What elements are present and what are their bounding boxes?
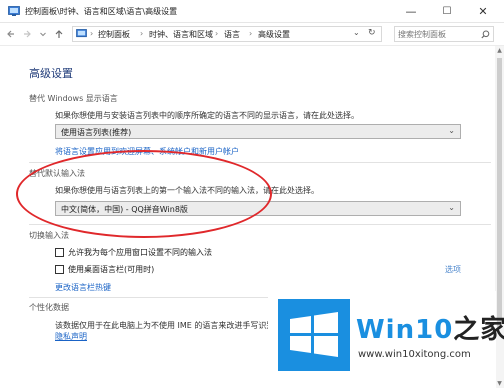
breadcrumb-advanced-settings[interactable]: 高级设置 [258, 29, 290, 40]
breadcrumb-clock-language-region[interactable]: 时钟、语言和区域 [149, 29, 213, 40]
scrollbar-thumb[interactable] [497, 58, 502, 328]
highlight-ellipse [16, 150, 272, 238]
forward-arrow-icon [24, 30, 31, 38]
back-arrow-icon [7, 30, 14, 38]
up-arrow-icon [55, 30, 63, 38]
recent-locations-button[interactable] [36, 26, 50, 42]
breadcrumb-language[interactable]: 语言 [224, 29, 240, 40]
control-panel-icon [76, 29, 87, 38]
watermark-brand-suffix: 之家 [453, 315, 504, 345]
navigation-bar: › 控制面板 › 时钟、语言和区域 › 语言 › 高级设置 ⌄ ↻ [0, 23, 504, 46]
minimize-button[interactable]: — [393, 0, 429, 22]
address-bar[interactable]: › 控制面板 › 时钟、语言和区域 › 语言 › 高级设置 ⌄ ↻ [72, 26, 382, 42]
personalization-section-title: 个性化数据 [29, 303, 69, 312]
desktop-language-bar-label: 使用桌面语言栏(可用时) [68, 265, 155, 274]
close-button[interactable]: ✕ [465, 0, 501, 22]
title-bar: 控制面板\时钟、语言和区域\语言\高级设置 — ☐ ✕ [0, 0, 504, 23]
control-panel-icon [8, 6, 20, 16]
watermark-url: www.win10xitong.com [358, 349, 471, 360]
per-app-input-checkbox[interactable] [55, 248, 64, 257]
scroll-down-icon[interactable]: ▼ [495, 380, 504, 387]
scroll-up-icon[interactable]: ▲ [495, 47, 504, 54]
switch-input-section-title: 切换输入法 [29, 231, 69, 240]
chevron-down-icon: ⌄ [448, 203, 455, 212]
search-input[interactable] [398, 28, 478, 40]
maximize-button[interactable]: ☐ [429, 0, 465, 22]
windows-logo-icon [278, 299, 350, 371]
search-box[interactable] [394, 26, 494, 42]
chevron-down-icon: ⌄ [448, 126, 455, 135]
display-language-dropdown[interactable]: 使用语言列表(推荐) ⌄ [55, 124, 461, 139]
display-language-selected: 使用语言列表(推荐) [61, 128, 132, 137]
breadcrumb-control-panel[interactable]: 控制面板 [98, 29, 130, 40]
display-language-description: 如果你想使用与安装语言列表中的顺序所确定的语言不同的显示语言，请在此处选择。 [55, 111, 359, 120]
up-button[interactable] [52, 26, 66, 42]
page-title: 高级设置 [29, 67, 73, 80]
watermark-brand: Win10之家 [356, 309, 504, 346]
per-app-input-label: 允许我为每个应用窗口设置不同的输入法 [68, 248, 212, 257]
change-language-bar-hotkeys-link[interactable]: 更改语言栏热键 [55, 282, 111, 293]
display-language-section-title: 替代 Windows 显示语言 [29, 94, 118, 103]
watermark-brand-prefix: Win10 [356, 315, 454, 345]
personalization-description: 该数据仅用于在此电脑上为不使用 IME 的语言来改进手写识别 [55, 321, 275, 330]
search-icon[interactable] [481, 30, 490, 39]
desktop-language-bar-checkbox[interactable] [55, 265, 64, 274]
privacy-statement-link[interactable]: 隐私声明 [55, 331, 87, 342]
chevron-down-icon [40, 32, 46, 37]
window-title: 控制面板\时钟、语言和区域\语言\高级设置 [25, 7, 178, 16]
back-button[interactable] [4, 26, 18, 42]
options-link[interactable]: 选项 [445, 264, 461, 275]
forward-button[interactable] [20, 26, 34, 42]
watermark: Win10之家 www.win10xitong.com [268, 291, 504, 388]
chevron-down-icon[interactable]: ⌄ [353, 28, 360, 37]
refresh-icon[interactable]: ↻ [368, 28, 376, 38]
